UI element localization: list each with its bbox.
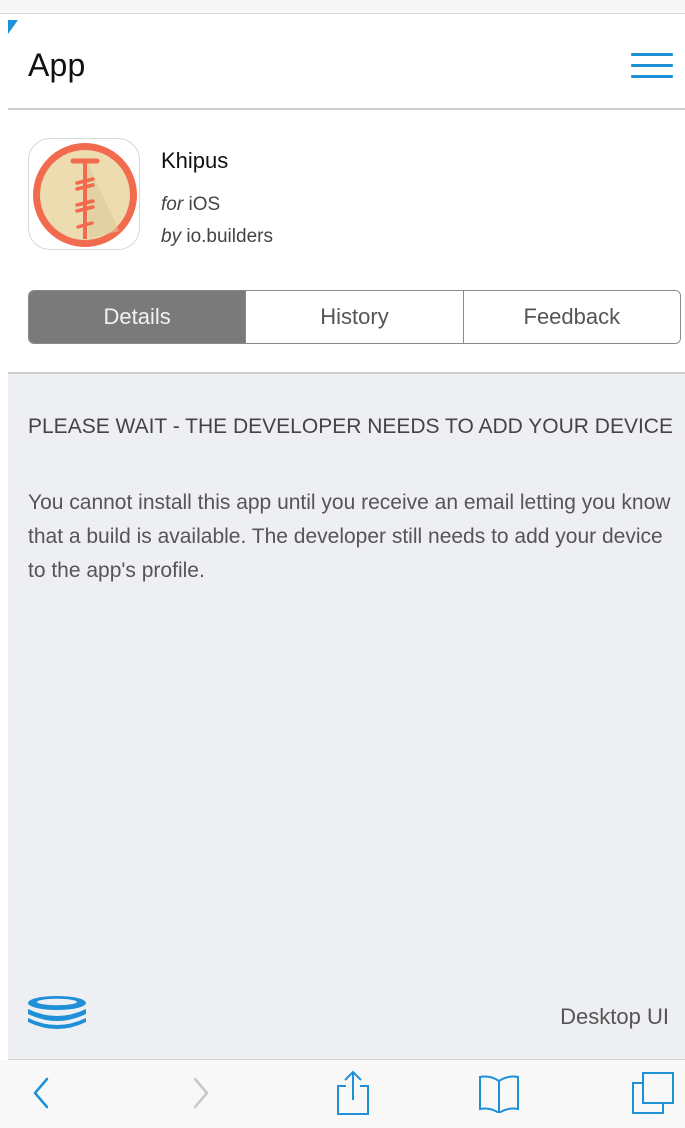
developer-prefix: by bbox=[161, 226, 182, 247]
platform-prefix: for bbox=[161, 194, 184, 215]
platform-value: iOS bbox=[188, 194, 221, 215]
forward-chevron-svg bbox=[193, 1077, 209, 1109]
khipus-app-icon bbox=[28, 138, 140, 250]
back-chevron-icon[interactable] bbox=[18, 1070, 64, 1116]
status-strip bbox=[0, 0, 685, 14]
menu-bar bbox=[631, 75, 673, 78]
page-title: App bbox=[28, 47, 86, 83]
page: App Khipus for iOS by io.builders Detail… bbox=[0, 0, 685, 1128]
khipus-logo-svg bbox=[33, 143, 137, 247]
notice-title: PLEASE WAIT - THE DEVELOPER NEEDS TO ADD… bbox=[28, 415, 673, 438]
menu-bar bbox=[631, 53, 673, 56]
details-content: PLEASE WAIT - THE DEVELOPER NEEDS TO ADD… bbox=[8, 372, 685, 966]
page-footer: Desktop UI bbox=[8, 966, 685, 1060]
hamburger-menu-icon[interactable] bbox=[631, 51, 673, 81]
stacked-disks-logo-icon[interactable] bbox=[26, 994, 88, 1032]
corner-marker bbox=[8, 20, 18, 34]
segmented-tabs: Details History Feedback bbox=[28, 290, 681, 344]
back-chevron-svg bbox=[33, 1077, 49, 1109]
stacked-disks-svg bbox=[28, 996, 86, 1029]
app-developer: by io.builders bbox=[161, 226, 273, 248]
share-svg bbox=[337, 1070, 369, 1115]
bookmarks-book-icon[interactable] bbox=[476, 1070, 522, 1116]
app-platform: for iOS bbox=[161, 194, 220, 216]
menu-bar bbox=[631, 64, 673, 67]
notice-body: You cannot install this app until you re… bbox=[28, 491, 671, 582]
app-header: App bbox=[8, 15, 685, 110]
forward-chevron-icon[interactable] bbox=[178, 1070, 224, 1116]
tab-history[interactable]: History bbox=[246, 291, 464, 343]
tab-feedback[interactable]: Feedback bbox=[463, 291, 680, 343]
developer-value: io.builders bbox=[186, 226, 273, 247]
share-icon[interactable] bbox=[330, 1070, 376, 1116]
desktop-ui-link[interactable]: Desktop UI bbox=[560, 1004, 669, 1030]
tab-details[interactable]: Details bbox=[29, 291, 247, 343]
bookmarks-svg bbox=[479, 1075, 519, 1113]
browser-toolbar bbox=[0, 1060, 685, 1128]
app-name: Khipus bbox=[161, 148, 229, 173]
tabs-icon[interactable] bbox=[630, 1070, 676, 1116]
tabs-svg bbox=[632, 1072, 674, 1114]
app-info-section: Khipus for iOS by io.builders Details Hi… bbox=[8, 110, 685, 372]
